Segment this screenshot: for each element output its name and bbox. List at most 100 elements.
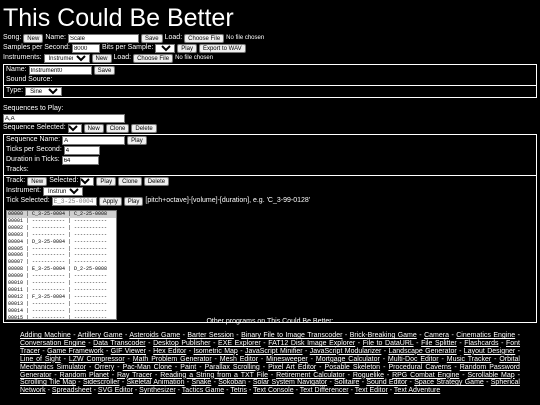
program-link[interactable]: Artillery Game — [78, 332, 123, 339]
new-track-button[interactable]: New — [27, 177, 48, 186]
program-link[interactable]: Space Strategy Game — [414, 379, 484, 386]
program-link[interactable]: Brick-Breaking Game — [350, 332, 417, 339]
program-link[interactable]: JavaScript Modularizer — [310, 348, 382, 355]
program-link[interactable]: Data Transcoder — [93, 340, 145, 347]
program-link[interactable]: Text Console — [253, 387, 293, 394]
program-link[interactable]: Scrolling Tile Map — [20, 379, 76, 386]
program-link[interactable]: Line of Sight — [20, 356, 61, 363]
program-link[interactable]: LZW Compressor — [69, 356, 125, 363]
program-link[interactable]: Paint — [180, 364, 196, 371]
program-link[interactable]: Barter Session — [187, 332, 233, 339]
instrument-select[interactable]: Instrument0 — [43, 54, 90, 63]
program-link[interactable]: Isometric Map — [193, 348, 237, 355]
play-song-button[interactable]: Play — [177, 44, 197, 53]
program-link[interactable]: Cinematics Engine — [456, 332, 515, 339]
duration-input[interactable] — [61, 156, 99, 165]
program-link[interactable]: Multi-Doc Editor — [388, 356, 439, 363]
sound-type-select[interactable]: Sine — [25, 87, 63, 96]
program-link[interactable]: Roguelike — [353, 372, 384, 379]
track-instrument-select[interactable]: Instrument0 — [43, 187, 84, 196]
program-link[interactable]: Text Editor — [355, 387, 388, 394]
program-link[interactable]: Procedural Caverns — [388, 364, 451, 371]
track-notes-textarea[interactable]: 00000 | C_3-25-0004 | C_2-25-0008 00001 … — [6, 210, 117, 320]
program-link[interactable]: Adding Machine — [20, 332, 71, 339]
program-link[interactable]: Layout Designer — [464, 348, 515, 355]
program-link[interactable]: Binary File to Image Transcoder — [241, 332, 342, 339]
sequence-select[interactable]: A — [67, 124, 82, 133]
save-song-button[interactable]: Save — [140, 34, 163, 43]
program-link[interactable]: Retirement Calculator — [276, 372, 345, 379]
new-sequence-button[interactable]: New — [83, 124, 104, 133]
program-link[interactable]: Mortgage Calculator — [316, 356, 380, 363]
program-link[interactable]: Parallax Scrolling — [205, 364, 260, 371]
new-instrument-button[interactable]: New — [91, 54, 112, 63]
instrument-name-input[interactable] — [28, 66, 92, 75]
program-link[interactable]: Desktop Publisher — [153, 340, 210, 347]
program-link[interactable]: Text Differencer — [300, 387, 349, 394]
program-link[interactable]: Pixel Art Editor — [268, 364, 316, 371]
program-link[interactable]: Sidescroller — [83, 379, 120, 386]
program-link[interactable]: Pac-Man Clone — [123, 364, 172, 371]
program-link[interactable]: Camera — [424, 332, 449, 339]
program-link[interactable]: Mesh Editor — [220, 356, 258, 363]
delete-track-button[interactable]: Delete — [143, 177, 170, 186]
program-link[interactable]: Conversation Engine — [20, 340, 86, 347]
play-track-button[interactable]: Play — [96, 177, 117, 186]
play-tick-button[interactable]: Play — [123, 197, 144, 206]
program-link[interactable]: Scrollable Map — [467, 372, 514, 379]
clone-track-button[interactable]: Clone — [118, 177, 142, 186]
program-link[interactable]: Game Framework — [47, 348, 103, 355]
program-link[interactable]: File Splitter — [421, 340, 457, 347]
program-link[interactable]: Snake — [191, 379, 211, 386]
bits-per-sample-select[interactable]: 8 — [155, 44, 176, 53]
program-link[interactable]: Hex Editor — [153, 348, 186, 355]
sequences-to-play-input[interactable] — [3, 114, 125, 123]
program-link[interactable]: FAT12 Disk Image Explorer — [268, 340, 355, 347]
tracks-label: Tracks: — [6, 166, 29, 174]
tick-selected-input[interactable] — [51, 197, 97, 206]
program-link[interactable]: Tactics Game — [182, 387, 224, 394]
program-link[interactable]: Spreadsheet — [52, 387, 92, 394]
delete-sequence-button[interactable]: Delete — [131, 124, 157, 133]
play-sequence-button[interactable]: Play — [127, 136, 147, 145]
samples-per-second-input[interactable] — [71, 44, 100, 53]
program-link[interactable]: Flashcards — [464, 340, 498, 347]
program-link[interactable]: Reading a String from a TXT File — [160, 372, 268, 379]
track-select[interactable]: 0 — [80, 177, 95, 186]
song-name-input[interactable] — [67, 34, 139, 43]
ticks-per-second-input[interactable] — [63, 146, 100, 155]
program-link[interactable]: Sound Editor — [366, 379, 407, 386]
program-link[interactable]: Random Planet — [60, 372, 109, 379]
program-separator: - — [75, 379, 83, 387]
program-link[interactable]: EXE Explorer — [218, 340, 261, 347]
program-link[interactable]: File to DataURL — [363, 340, 414, 347]
program-link[interactable]: JavaScript Minifier — [245, 348, 303, 355]
program-link[interactable]: Tetris — [230, 387, 247, 394]
export-wav-button[interactable]: Export to WAV — [198, 44, 246, 53]
program-separator: - — [108, 371, 117, 379]
program-link[interactable]: Solar System Navigator — [253, 379, 327, 386]
program-link[interactable]: Music Tracker — [447, 356, 492, 363]
choose-song-file-button[interactable]: Choose File — [184, 34, 225, 43]
program-link[interactable]: Asteroids Game — [129, 332, 180, 339]
program-link[interactable]: RPG Combat Engine — [392, 372, 459, 379]
program-link[interactable]: Skeletal Animation — [127, 379, 185, 386]
program-link[interactable]: Ray Tracer — [117, 372, 152, 379]
program-link[interactable]: Sokoban — [218, 379, 246, 386]
program-link[interactable]: Posable Skeleton — [325, 364, 381, 371]
program-link[interactable]: Landscape Generator — [389, 348, 457, 355]
program-link[interactable]: Synthesizer — [139, 387, 176, 394]
program-link[interactable]: Minesweeper — [266, 356, 308, 363]
new-song-button[interactable]: New — [23, 34, 44, 43]
program-link[interactable]: SVG Editor — [98, 387, 133, 394]
program-link[interactable]: Math Problem Generator — [133, 356, 212, 363]
program-link[interactable]: Text Adventure — [394, 387, 440, 394]
choose-instrument-file-button[interactable]: Choose File — [133, 54, 174, 63]
program-link[interactable]: Solitaire — [334, 379, 359, 386]
save-instrument-button[interactable]: Save — [93, 66, 116, 75]
apply-tick-button[interactable]: Apply — [98, 197, 122, 206]
program-link[interactable]: GIF Viewer — [111, 348, 146, 355]
clone-sequence-button[interactable]: Clone — [105, 124, 130, 133]
sequence-name-input[interactable] — [62, 136, 126, 145]
program-link[interactable]: Orrery — [94, 364, 114, 371]
